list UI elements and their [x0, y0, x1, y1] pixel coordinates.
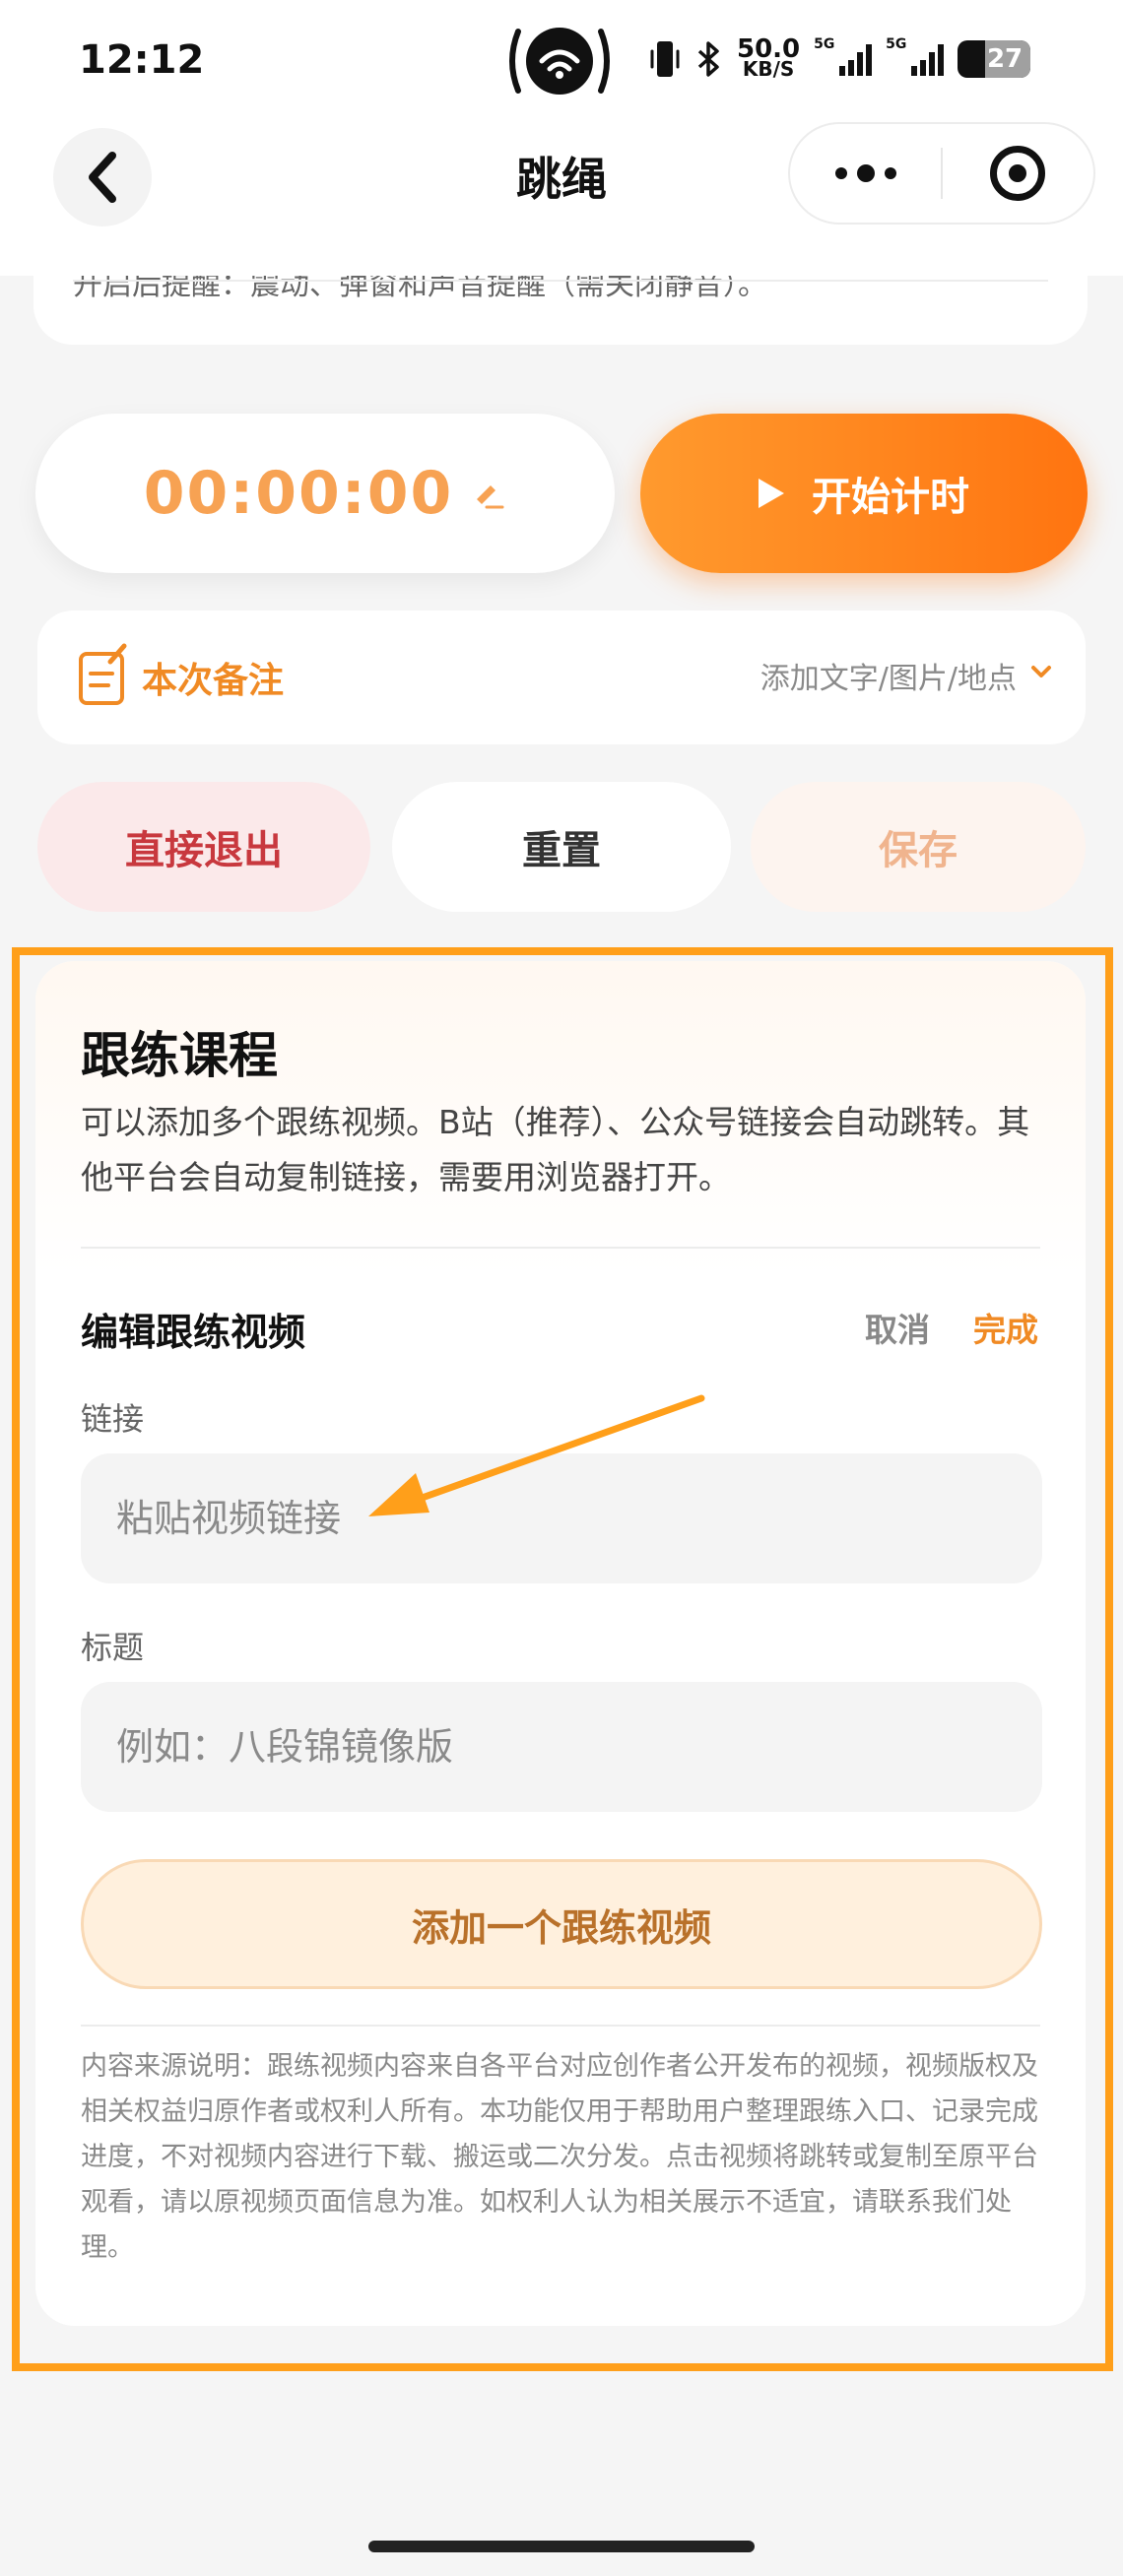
hotspot-icon: [504, 24, 615, 98]
more-button[interactable]: [790, 164, 941, 182]
highlight-frame: [12, 947, 1113, 2371]
start-timer-label: 开始计时: [812, 475, 969, 520]
start-timer-button[interactable]: 开始计时: [640, 414, 1088, 573]
reset-button[interactable]: 重置: [392, 782, 731, 912]
annotation-arrow-icon: [368, 1394, 705, 1516]
status-bar: 12:12 50.0 KB/S 5G 5G 27: [0, 0, 1123, 118]
signal-icon-1: 5G: [814, 36, 873, 76]
reminder-divider: [73, 280, 1048, 282]
target-icon: [990, 146, 1046, 201]
notes-hint: 添加文字/图片/地点: [760, 662, 1017, 696]
more-icon: [834, 167, 847, 179]
net-speed: 50.0 KB/S: [737, 34, 801, 81]
nav-bar: 跳绳: [0, 118, 1123, 276]
battery-level: 27: [986, 44, 1024, 74]
notes-title: 本次备注: [142, 661, 285, 701]
signal-2-label: 5G: [886, 36, 907, 52]
signal-icon-2: 5G: [886, 36, 945, 76]
close-miniapp-button[interactable]: [943, 146, 1093, 201]
save-button[interactable]: 保存: [751, 782, 1086, 912]
notepad-icon: [79, 643, 127, 705]
signal-1-label: 5G: [814, 36, 835, 52]
status-icons: 50.0 KB/S 5G 5G 27: [648, 30, 1031, 89]
net-speed-unit: KB/S: [742, 57, 795, 81]
home-indicator[interactable]: [368, 2541, 755, 2552]
chevron-down-icon: [1031, 666, 1051, 677]
notes-row[interactable]: 本次备注 添加文字/图片/地点: [37, 611, 1086, 744]
battery-icon: 27: [958, 40, 1031, 78]
status-time: 12:12: [79, 37, 205, 83]
exit-button[interactable]: 直接退出: [37, 782, 370, 912]
edit-icon[interactable]: [471, 476, 506, 511]
timer-value: 00:00:00: [143, 459, 454, 528]
bluetooth-icon: [697, 41, 719, 77]
vibrate-icon: [650, 41, 680, 77]
net-speed-value: 50.0: [737, 34, 801, 64]
timer-display[interactable]: 00:00:00: [35, 414, 615, 573]
play-icon: [759, 479, 784, 508]
miniapp-capsule: [788, 122, 1095, 225]
